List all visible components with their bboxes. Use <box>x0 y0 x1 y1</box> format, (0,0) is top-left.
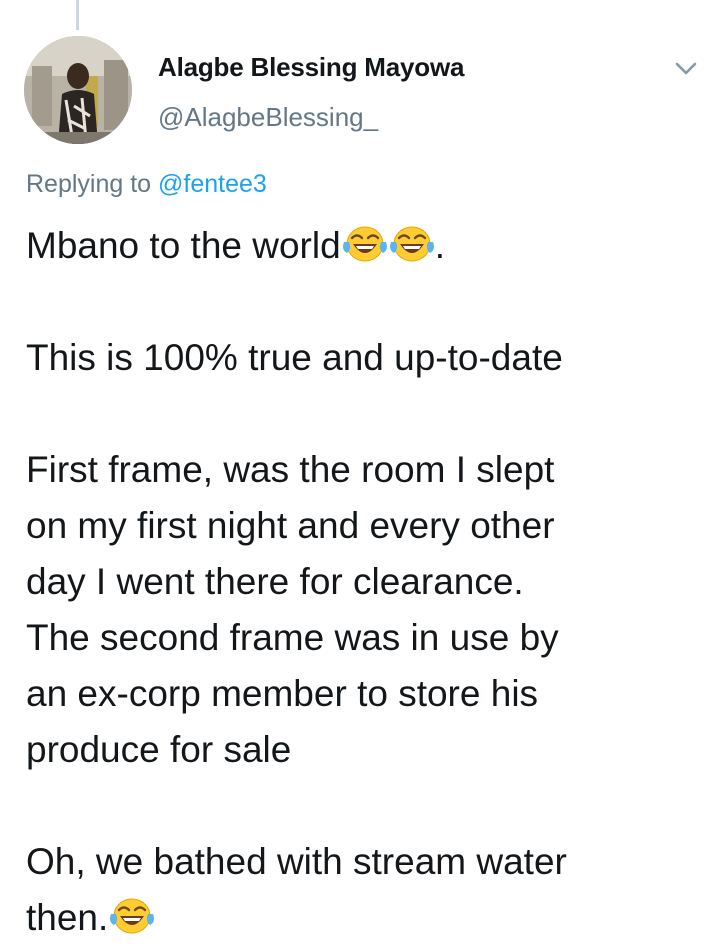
tweet-line: then. <box>26 890 706 946</box>
tweet-line: on my first night and every other <box>26 505 555 546</box>
tweet-text-segment: Mbano to the world <box>26 225 341 266</box>
tweet-line: Mbano to the world. <box>26 218 706 274</box>
face-with-tears-of-joy-icon <box>342 226 387 262</box>
tweet-paragraph: This is 100% true and up-to-date <box>26 330 706 386</box>
tweet-paragraph: Mbano to the world. <box>26 218 706 274</box>
author-handle[interactable]: @AlagbeBlessing_ <box>158 102 378 133</box>
tweet-line: First frame, was the room I slept <box>26 449 555 490</box>
tweet-line: produce for sale <box>26 729 292 770</box>
replying-to-line: Replying to @fentee3 <box>26 170 267 199</box>
author-display-name[interactable]: Alagbe Blessing Mayowa <box>158 52 464 83</box>
reply-mention-link[interactable]: @fentee3 <box>158 170 267 198</box>
tweet-line: This is 100% true and up-to-date <box>26 337 563 378</box>
tweet-line: an ex-corp member to store his <box>26 673 539 714</box>
chevron-down-icon[interactable] <box>668 50 704 86</box>
tweet-paragraph: Oh, we bathed with stream water then. <box>26 834 706 946</box>
replying-to-label: Replying to <box>26 170 159 198</box>
face-with-tears-of-joy-icon <box>110 898 155 934</box>
face-with-tears-of-joy-icon <box>389 226 434 262</box>
tweet-line: day I went there for clearance. <box>26 561 524 602</box>
tweet-text-segment: then. <box>26 897 109 938</box>
thread-connector-line <box>76 0 79 30</box>
tweet-line: Oh, we bathed with stream water <box>26 841 567 882</box>
tweet-text-segment: . <box>434 225 445 266</box>
tweet-paragraph: First frame, was the room I slept on my … <box>26 442 706 778</box>
tweet-line: The second frame was in use by <box>26 617 559 658</box>
tweet-text: Mbano to the world. This is 100% true an… <box>26 218 706 946</box>
avatar[interactable] <box>24 36 132 144</box>
